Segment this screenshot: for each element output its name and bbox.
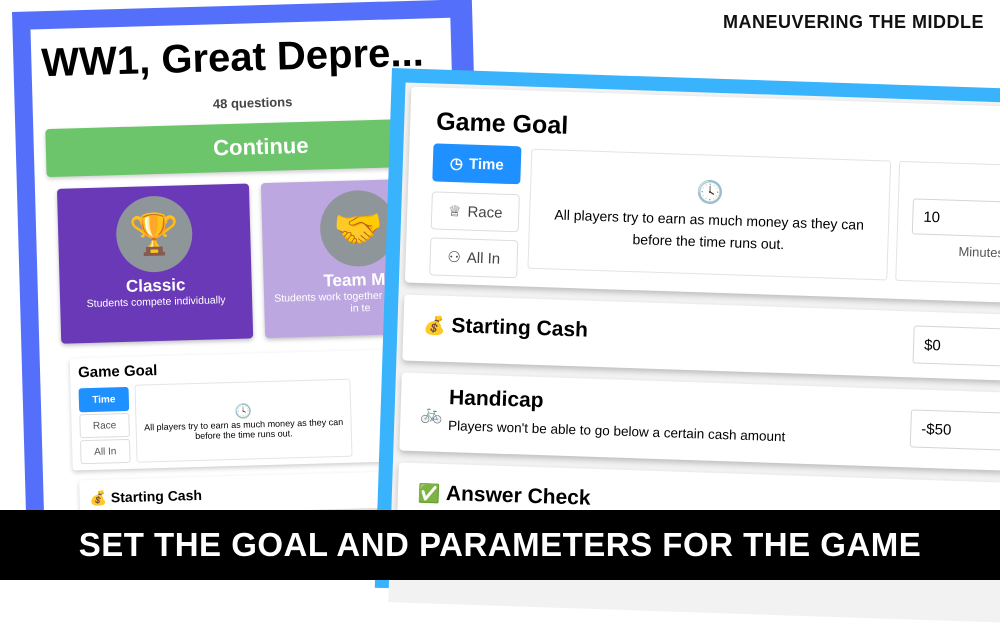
button-label: Time [468, 155, 505, 174]
section-title: Game Goal [77, 362, 158, 382]
goal-race-button[interactable]: ♕ Race [430, 191, 520, 233]
goal-allin-button[interactable]: ⚇ All In [429, 237, 519, 279]
set-title: WW1, Great Depre... [40, 30, 425, 86]
goal-time-button[interactable]: Time [78, 386, 130, 413]
mode-card-classic[interactable]: 🏆 Classic Students compete individually [56, 183, 254, 344]
check-icon: ✅ [417, 483, 441, 504]
goal-description: 🕓 All players try to earn as much money … [527, 148, 892, 281]
button-label: All In [94, 445, 117, 458]
section-desc: Players won't be able to go below a cert… [447, 418, 786, 445]
money-bag-icon: 💰 [89, 488, 112, 506]
goal-time-button[interactable]: ◷ Time [432, 143, 522, 185]
caption-banner: SET THE GOAL AND PARAMETERS FOR THE GAME [0, 510, 1000, 580]
trophy-icon: 🏆 [115, 195, 194, 274]
section-title: Starting Cash [110, 486, 203, 506]
money-bag-icon: 💰 [423, 315, 447, 336]
button-label: Race [92, 419, 117, 432]
button-label: Race [467, 203, 503, 222]
starting-cash-input[interactable] [912, 325, 1000, 367]
minutes-input[interactable] [911, 198, 1000, 239]
trophy-icon: ♕ [447, 202, 462, 221]
bicycle-icon: 🚲 [420, 403, 444, 424]
handicap-card: 🚲 Handicap Players won't be able to go b… [399, 372, 1000, 472]
clock-icon: ◷ [449, 154, 464, 173]
section-title: Handicap [448, 386, 544, 413]
brand-logo-text: MANEUVERING THE MIDDLE [722, 12, 984, 32]
button-label: Time [92, 393, 116, 406]
time-setting: Minutes [895, 160, 1000, 286]
clock-icon: 🕓 [695, 179, 725, 206]
goal-desc-text: All players try to earn as much money as… [143, 416, 344, 441]
clock-icon: 🕓 [234, 401, 253, 419]
button-label: All In [466, 249, 501, 268]
minutes-label: Minutes [958, 243, 1000, 261]
goal-desc-text: All players try to earn as much money as… [554, 206, 865, 253]
goal-description: 🕓 All players try to earn as much money … [134, 378, 353, 463]
game-goal-card: Game Goal ◷ Time ♕ Race ⚇ All In 🕓 All p… [404, 86, 1000, 304]
left-game-goal-card: Game Goal Time Race All In 🕓 All players… [69, 349, 403, 471]
goal-race-button[interactable]: Race [79, 412, 130, 439]
goal-allin-button[interactable]: All In [79, 438, 131, 465]
section-title: Game Goal [435, 107, 569, 140]
handicap-input[interactable] [909, 409, 1000, 451]
users-icon: ⚇ [447, 248, 462, 267]
section-title: Answer Check [445, 482, 591, 510]
starting-cash-card: 💰 Starting Cash [402, 294, 1000, 382]
section-title: Starting Cash [451, 314, 589, 342]
